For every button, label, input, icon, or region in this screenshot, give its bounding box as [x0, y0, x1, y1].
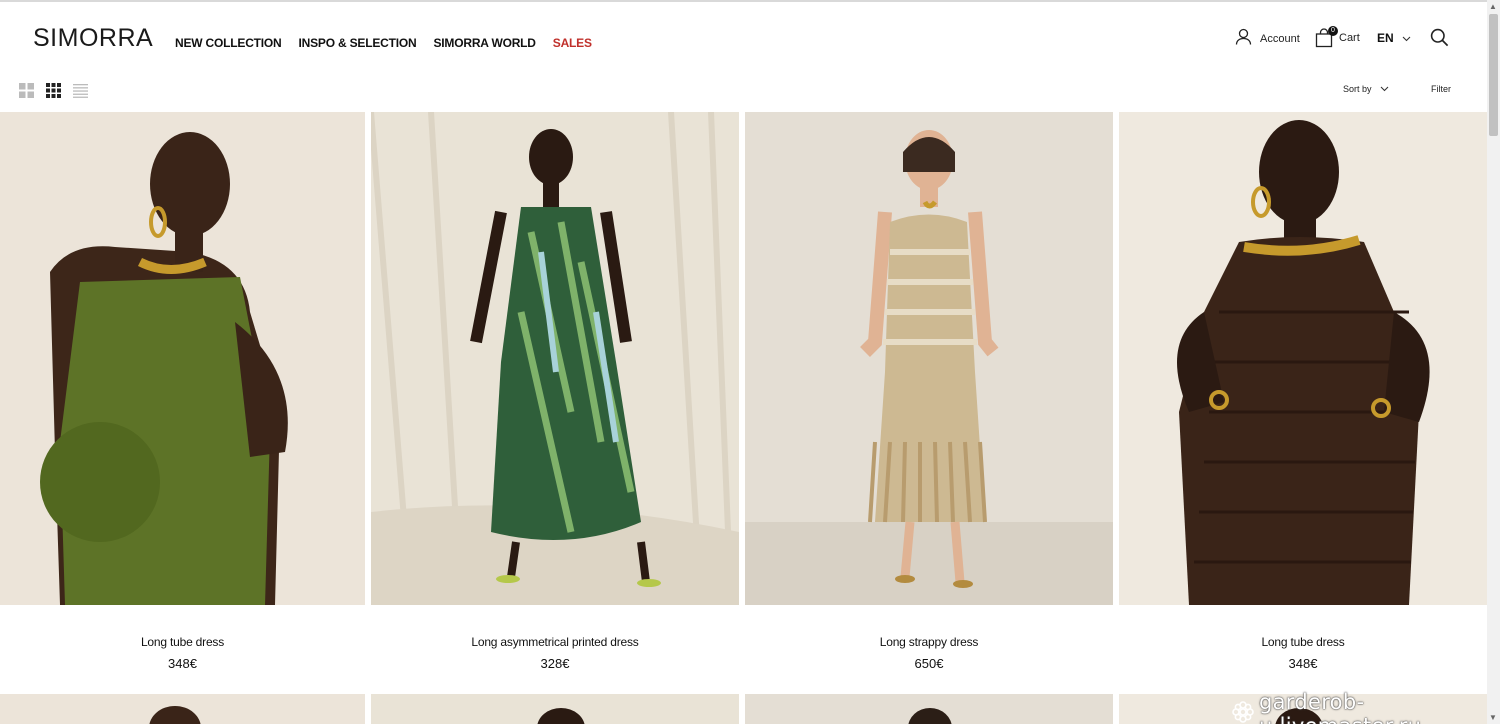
product-image[interactable]: [0, 694, 365, 724]
scroll-down-icon[interactable]: ▼: [1489, 713, 1497, 722]
cart-count-badge: 0: [1328, 26, 1338, 36]
grid-2-icon[interactable]: [19, 83, 34, 98]
nav-item-sales[interactable]: SALES: [553, 36, 592, 50]
product-card[interactable]: Long asymmetrical printed dress 328€: [371, 112, 739, 692]
product-image[interactable]: [1119, 112, 1487, 605]
nav-item-new-collection[interactable]: NEW COLLECTION: [175, 36, 282, 50]
language-selector[interactable]: EN: [1377, 31, 1411, 45]
search-icon: [1430, 28, 1449, 51]
cart-link[interactable]: 0 Cart: [1315, 26, 1360, 48]
product-price: 348€: [1288, 656, 1318, 671]
header-actions: Account 0 Cart EN: [1187, 26, 1487, 52]
watermark: garderob-u.livemaster.ru: [1232, 690, 1500, 724]
product-price: 348€: [168, 656, 197, 671]
product-name[interactable]: Long asymmetrical printed dress: [371, 635, 739, 649]
filter-button[interactable]: Filter: [1431, 84, 1451, 94]
scrollbar-thumb[interactable]: [1489, 14, 1498, 136]
account-link[interactable]: Account: [1235, 28, 1300, 50]
scrollbar[interactable]: ▲ ▼: [1487, 0, 1500, 724]
grid-3-icon[interactable]: [46, 83, 61, 98]
product-image[interactable]: [745, 694, 1113, 724]
flower-icon: [1232, 700, 1254, 724]
language-value: EN: [1377, 31, 1394, 45]
listing-toolbar: Sort by Filter: [0, 76, 1487, 106]
user-icon: [1235, 28, 1252, 50]
chevron-down-icon: [1380, 84, 1389, 94]
product-price: 328€: [540, 656, 570, 671]
account-label: Account: [1260, 33, 1300, 45]
product-price: 650€: [914, 656, 944, 671]
product-name[interactable]: Long tube dress: [0, 635, 365, 649]
search-button[interactable]: [1430, 28, 1449, 52]
list-view-icon[interactable]: [73, 83, 88, 98]
product-image[interactable]: [371, 694, 739, 724]
product-card[interactable]: Long strappy dress 650€: [745, 112, 1113, 692]
scroll-up-icon[interactable]: ▲: [1489, 2, 1497, 11]
sort-label: Sort by: [1343, 84, 1372, 94]
product-name[interactable]: Long tube dress: [1119, 635, 1487, 649]
cart-label: Cart: [1339, 32, 1360, 44]
brand-logo[interactable]: SIMORRA: [33, 24, 153, 53]
product-image[interactable]: [0, 112, 365, 605]
nav-item-simorra-world[interactable]: SIMORRA WORLD: [433, 36, 535, 50]
product-card[interactable]: Long tube dress 348€: [0, 112, 365, 692]
product-image[interactable]: [371, 112, 739, 605]
bag-icon: 0: [1315, 26, 1338, 48]
watermark-text: garderob-u.livemaster.ru: [1259, 690, 1421, 724]
product-image[interactable]: [745, 112, 1113, 605]
product-card[interactable]: Long tube dress 348€: [1119, 112, 1487, 692]
sort-dropdown[interactable]: Sort by: [1343, 84, 1389, 94]
view-switcher: [19, 83, 88, 98]
main-nav: NEW COLLECTION INSPO & SELECTION SIMORRA…: [175, 36, 592, 50]
nav-item-inspo-selection[interactable]: INSPO & SELECTION: [299, 36, 417, 50]
chevron-down-icon: [1402, 31, 1411, 45]
product-name[interactable]: Long strappy dress: [745, 635, 1113, 649]
site-header: SIMORRA NEW COLLECTION INSPO & SELECTION…: [0, 2, 1487, 72]
